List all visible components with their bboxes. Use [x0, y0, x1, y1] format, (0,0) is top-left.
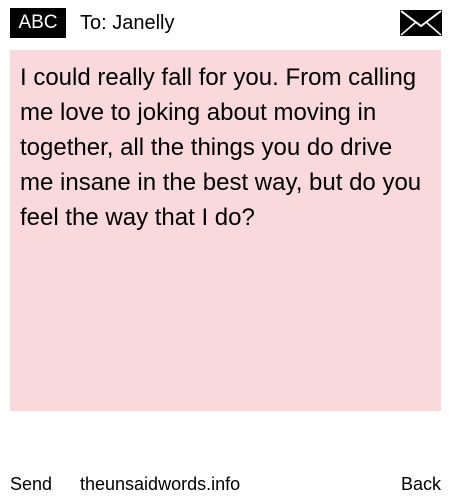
- message-text: I could really fall for you. From callin…: [20, 64, 422, 231]
- input-mode-badge[interactable]: ABC: [10, 8, 66, 38]
- softkey-bar: Send theunsaidwords.info Back: [0, 470, 450, 498]
- site-label: theunsaidwords.info: [80, 474, 241, 494]
- send-button[interactable]: Send: [10, 470, 52, 498]
- recipient-label: To: Janelly: [80, 12, 175, 34]
- envelope-icon-graphic: [400, 10, 442, 36]
- message-body[interactable]: I could really fall for you. From callin…: [10, 50, 441, 411]
- message-header: ABC To: Janelly: [0, 0, 450, 45]
- envelope-icon: [400, 10, 442, 36]
- back-button[interactable]: Back: [401, 470, 441, 498]
